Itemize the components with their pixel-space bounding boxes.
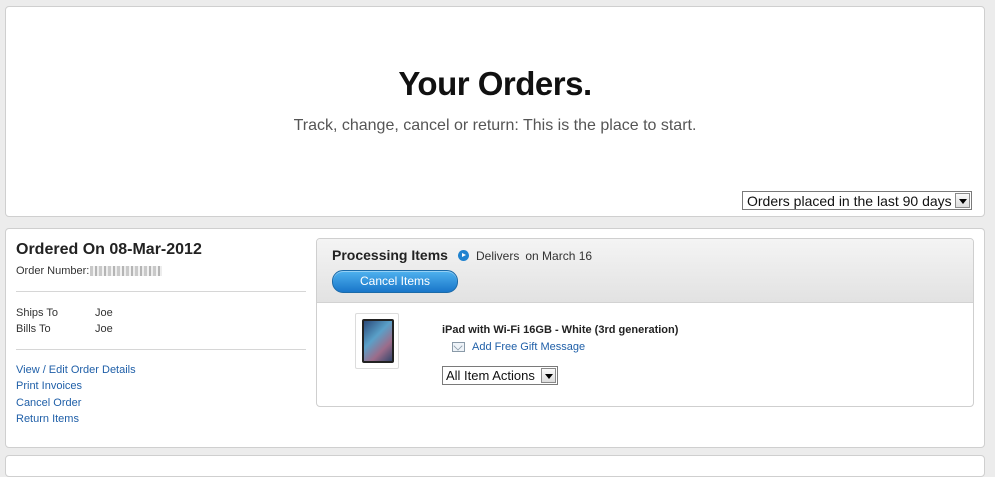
product-image[interactable] [355, 313, 399, 369]
order-number-redacted [90, 266, 162, 276]
order-number-label: Order Number: [16, 265, 90, 277]
ipad-icon [362, 319, 394, 363]
divider [16, 349, 306, 350]
page-subtitle: Track, change, cancel or return: This is… [293, 117, 697, 134]
item-actions-select[interactable]: All Item Actions [442, 366, 558, 385]
items-status-header: Processing Items Delivers on March 16 Can… [317, 239, 973, 303]
envelope-icon [452, 342, 465, 352]
cancel-order-link[interactable]: Cancel Order [16, 397, 81, 409]
order-date-filter-select[interactable]: Orders placed in the last 90 days [742, 191, 972, 210]
order-card: Ordered On 08-Mar-2012 Order Number: Shi… [5, 228, 985, 448]
next-order-card [5, 455, 985, 477]
item-actions-selected-value: All Item Actions [446, 368, 535, 383]
orders-header-panel: Your Orders. Track, change, cancel or re… [5, 6, 985, 217]
chevron-down-icon[interactable] [541, 368, 556, 383]
return-items-link[interactable]: Return Items [16, 413, 79, 425]
delivers-label: Delivers [476, 249, 520, 263]
delivery-estimate: Delivers on March 16 [476, 249, 592, 263]
ships-to-value: Joe [95, 307, 113, 319]
play-circle-icon [458, 250, 469, 261]
ships-to-label: Ships To [16, 307, 58, 319]
bills-to-label: Bills To [16, 323, 51, 335]
delivers-date: on March 16 [525, 249, 593, 263]
view-edit-order-link[interactable]: View / Edit Order Details [16, 364, 136, 376]
page-title: Your Orders. [398, 65, 592, 102]
print-invoices-link[interactable]: Print Invoices [16, 380, 82, 392]
bills-to-value: Joe [95, 323, 113, 335]
chevron-down-icon[interactable] [955, 193, 970, 208]
order-items-box: Processing Items Delivers on March 16 Can… [316, 238, 974, 407]
divider [16, 291, 306, 292]
items-status-label: Processing Items [332, 247, 448, 263]
filter-selected-value: Orders placed in the last 90 days [747, 193, 952, 209]
product-name[interactable]: iPad with Wi-Fi 16GB - White (3rd genera… [442, 324, 678, 336]
cancel-items-button[interactable]: Cancel Items [332, 270, 458, 293]
add-gift-message-link[interactable]: Add Free Gift Message [472, 341, 585, 353]
order-date-heading: Ordered On 08-Mar-2012 [16, 241, 202, 258]
